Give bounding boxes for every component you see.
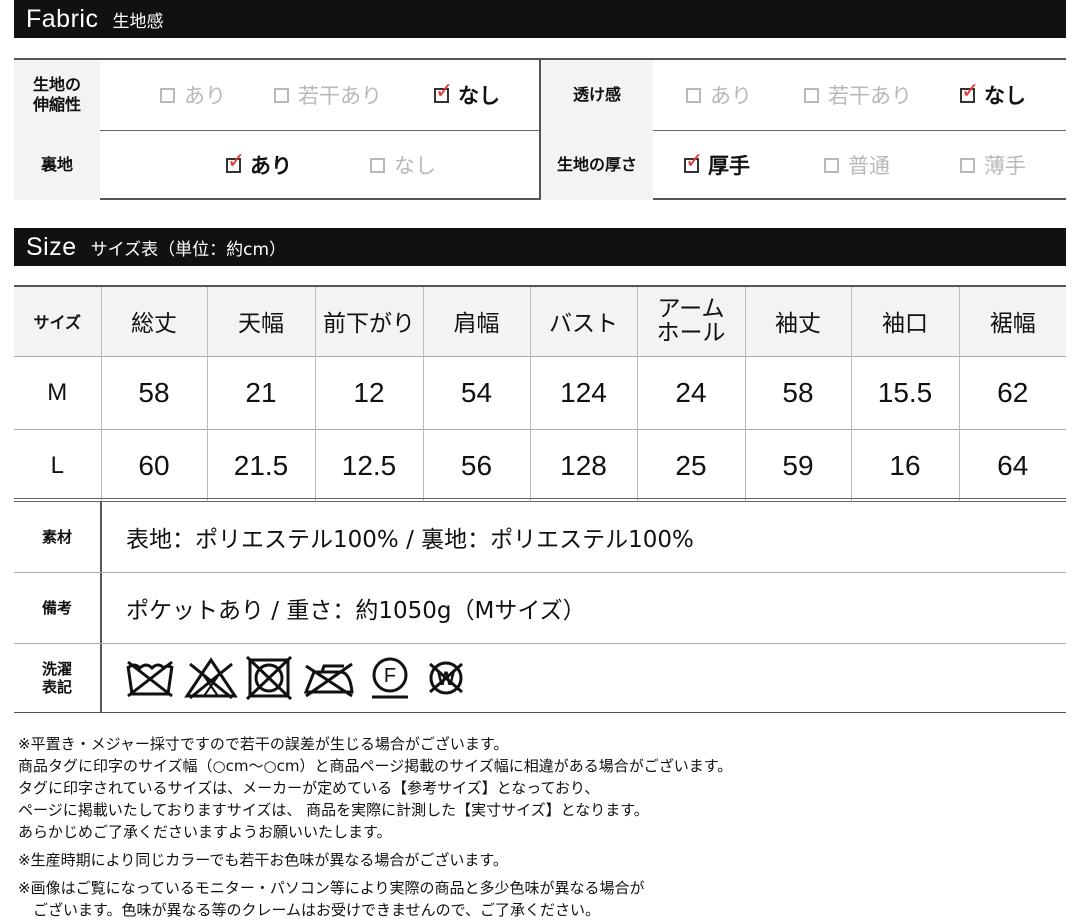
table-cell: 25 [636, 429, 745, 502]
stretch-option: あり [160, 60, 226, 130]
column-header: 天幅 [206, 286, 315, 356]
table-cell: 58 [100, 356, 207, 429]
sheer-option-checked: ✓ なし [960, 78, 1026, 108]
dry-clean-f-icon: F [372, 657, 408, 699]
svg-text:F: F [384, 665, 396, 687]
size-label-cell: L [50, 451, 64, 479]
checked-checkbox-icon: ✓ [960, 78, 980, 104]
table-cell: 12.5 [314, 429, 423, 502]
remarks-row: 備考 ポケットあり / 重さ：約1050g（Mサイズ） [14, 573, 1066, 644]
checkbox-icon [370, 157, 385, 173]
column-header: 袖丈 [744, 286, 851, 356]
remarks-value: ポケットあり / 重さ：約1050g（Mサイズ） [126, 598, 586, 624]
fabric-row: 裏地 ✓ あり なし 生地の厚さ ✓ 厚手 普通 薄手 [14, 130, 1066, 200]
table-cell: 59 [744, 429, 851, 502]
stretch-label: 生地の 伸縮性 [14, 60, 100, 130]
fabric-title-jp: 生地感 [112, 12, 164, 32]
table-cell: 12 [314, 356, 423, 429]
checkbox-icon [686, 87, 701, 103]
thickness-option: 薄手 [960, 130, 1026, 200]
table-cell: 24 [636, 356, 745, 429]
checkbox-icon [274, 87, 289, 103]
table-cell: 56 [422, 429, 530, 502]
lining-label: 裏地 [14, 130, 100, 200]
table-cell: 60 [100, 429, 207, 502]
checkbox-icon [160, 87, 175, 103]
note-line: 商品タグに印字のサイズ幅（○cm〜○cm）と商品ページ掲載のサイズ幅に相違がある… [18, 757, 733, 775]
size-section-header: Size サイズ表（単位：約cm） [14, 228, 1066, 266]
care-row: 洗濯 表記 F [14, 644, 1066, 712]
thickness-label: 生地の厚さ [541, 130, 653, 200]
table-cell: 21.5 [206, 429, 315, 502]
sheer-label: 透け感 [541, 60, 653, 130]
checked-checkbox-icon: ✓ [434, 78, 454, 104]
lining-option-checked: ✓ あり [226, 148, 292, 178]
care-label: 洗濯 表記 [14, 644, 102, 712]
lining-option: なし [370, 130, 436, 200]
material-value: 表地：ポリエステル100% / 裏地：ポリエステル100% [126, 527, 694, 553]
checked-checkbox-icon: ✓ [684, 148, 704, 174]
table-cell: 62 [958, 356, 1066, 429]
table-cell: 54 [422, 356, 530, 429]
care-icons: F W [102, 644, 470, 712]
column-header: バスト [529, 286, 637, 356]
note-line: ※平置き・メジャー採寸ですので若干の誤差が生じる場合がございます。 [18, 735, 509, 753]
column-header: サイズ [33, 313, 82, 333]
table-cell: 15.5 [850, 356, 959, 429]
table-row: M 58 21 12 54 124 24 58 15.5 62 [14, 356, 1066, 429]
info-table: 素材 表地：ポリエステル100% / 裏地：ポリエステル100% 備考 ポケット… [14, 498, 1066, 713]
checkbox-icon [824, 157, 839, 173]
sheer-option: 若干あり [804, 60, 912, 130]
table-cell: 124 [529, 356, 637, 429]
size-label-cell: M [47, 378, 68, 406]
thickness-option: 普通 [824, 130, 890, 200]
note-line: ページに掲載いたしておりますサイズは、 商品を実際に計測した【実寸サイズ】となり… [18, 801, 649, 819]
size-header-row: サイズ 総丈 天幅 前下がり 肩幅 バスト アーム ホール 袖丈 袖口 裾幅 [14, 286, 1066, 356]
notes: ※平置き・メジャー採寸ですので若干の誤差が生じる場合がございます。 商品タグに印… [18, 733, 1068, 921]
note-line: タグに印字されているサイズは、メーカーが定めている【参考サイズ】となっており、 [18, 779, 600, 797]
fabric-row: 生地の 伸縮性 あり 若干あり ✓ なし 透け感 あり 若干あり ✓ なし [14, 60, 1066, 131]
no-bleach-icon [184, 657, 238, 700]
no-wet-clean-icon: W [429, 661, 463, 695]
checkbox-icon [960, 157, 975, 173]
table-cell: 58 [744, 356, 851, 429]
stretch-option-checked: ✓ なし [434, 78, 500, 108]
note-line: ございます。色味が異なる等のクレームはお受けできませんので、ご了承ください。 [18, 901, 601, 919]
size-table: サイズ 総丈 天幅 前下がり 肩幅 バスト アーム ホール 袖丈 袖口 裾幅 M… [14, 285, 1066, 502]
fabric-section-header: Fabric 生地感 [14, 0, 1066, 38]
checked-checkbox-icon: ✓ [226, 148, 246, 174]
table-cell: 21 [206, 356, 315, 429]
table-cell: 128 [529, 429, 637, 502]
no-tumble-dry-icon [246, 656, 292, 700]
note-line: あらかじめご了承くださいますようお願いいたします。 [18, 823, 392, 841]
stretch-option: 若干あり [274, 60, 382, 130]
fabric-title-en: Fabric [26, 5, 99, 33]
material-row: 素材 表地：ポリエステル100% / 裏地：ポリエステル100% [14, 502, 1066, 573]
size-title-en: Size [26, 233, 77, 261]
column-header: 裾幅 [958, 286, 1066, 356]
material-label: 素材 [14, 502, 102, 572]
column-header: 肩幅 [422, 286, 530, 356]
table-row: L 60 21.5 12.5 56 128 25 59 16 64 [14, 429, 1066, 502]
size-title-jp: サイズ表（単位：約cm） [90, 240, 287, 260]
note-line: ※生産時期により同じカラーでも若干お色味が異なる場合がございます。 [18, 851, 508, 869]
note-line: ※画像はご覧になっているモニター・パソコン等により実際の商品と多少色味が異なる場… [18, 879, 645, 897]
no-wash-icon [126, 660, 174, 698]
column-header: 総丈 [100, 286, 207, 356]
table-cell: 64 [958, 429, 1066, 502]
table-cell: 16 [850, 429, 959, 502]
checkbox-icon [804, 87, 819, 103]
sheer-option: あり [686, 60, 752, 130]
thickness-option-checked: ✓ 厚手 [684, 148, 750, 178]
fabric-table: 生地の 伸縮性 あり 若干あり ✓ なし 透け感 あり 若干あり ✓ なし 裏地 ✓… [14, 58, 1066, 200]
no-iron-icon [303, 662, 354, 698]
remarks-label: 備考 [14, 573, 102, 643]
column-header: アーム ホール [636, 286, 745, 356]
column-header: 前下がり [314, 286, 423, 356]
column-header: 袖口 [850, 286, 959, 356]
